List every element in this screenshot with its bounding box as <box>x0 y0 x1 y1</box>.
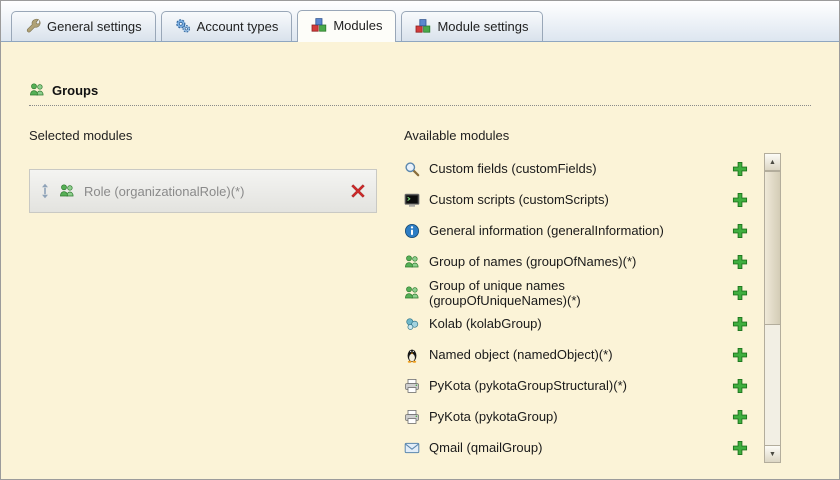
drag-handle-icon[interactable] <box>40 183 50 199</box>
selected-modules-column: Selected modules Role (organizationalRol… <box>29 128 377 463</box>
printer-icon <box>404 409 420 425</box>
selected-module-row: Role (organizationalRole)(*) <box>29 169 377 213</box>
scrollbar[interactable]: ▲ ▼ <box>764 153 781 463</box>
selected-modules-heading: Selected modules <box>29 128 133 143</box>
available-module-label: Kolab (kolabGroup) <box>429 316 542 331</box>
group-icon <box>404 254 420 270</box>
available-module-label: Qmail (qmailGroup) <box>429 440 543 455</box>
tux-icon <box>404 347 420 363</box>
tab-module-settings[interactable]: Module settings <box>401 11 543 41</box>
tab-modules[interactable]: Modules <box>297 10 397 42</box>
lam-config-window: General settings Account types Modules M… <box>0 0 840 480</box>
tab-account-types[interactable]: Account types <box>160 11 293 41</box>
scroll-up-button[interactable]: ▲ <box>765 154 780 171</box>
available-module-row: Custom fields (customFields) <box>404 153 754 184</box>
available-modules-list: Custom fields (customFields) Custom scri… <box>404 153 754 463</box>
available-module-label: General information (generalInformation) <box>429 223 664 238</box>
available-module-row: General information (generalInformation) <box>404 215 754 246</box>
section-heading: Groups <box>29 42 811 98</box>
available-module-row: Qmail (qmailGroup) <box>404 432 754 463</box>
mail-icon <box>404 440 420 456</box>
add-module-button[interactable] <box>732 254 748 270</box>
add-module-button[interactable] <box>732 409 748 425</box>
add-module-button[interactable] <box>732 316 748 332</box>
available-module-row: Kolab (kolabGroup) <box>404 308 754 339</box>
group-icon <box>29 82 45 98</box>
scroll-down-button[interactable]: ▼ <box>765 445 780 462</box>
available-module-row: Group of unique names (groupOfUniqueName… <box>404 277 754 308</box>
available-module-label: Group of unique names (groupOfUniqueName… <box>429 277 581 308</box>
modules-panel: Groups Selected modules Role (organizati… <box>1 42 839 479</box>
available-modules-column: Available modules Custom fields (customF… <box>404 128 811 463</box>
available-modules-wrap: Custom fields (customFields) Custom scri… <box>404 153 781 463</box>
available-module-label: Custom scripts (customScripts) <box>429 192 609 207</box>
available-module-row: Group of names (groupOfNames)(*) <box>404 246 754 277</box>
available-module-row: Named object (namedObject)(*) <box>404 339 754 370</box>
add-module-button[interactable] <box>732 192 748 208</box>
tab-bar: General settings Account types Modules M… <box>1 1 839 42</box>
module-settings-icon <box>415 18 431 34</box>
scroll-thumb[interactable] <box>765 171 780 325</box>
kolab-icon <box>404 316 420 332</box>
gears-icon <box>175 18 191 34</box>
divider <box>29 105 811 106</box>
wrench-icon <box>25 18 41 34</box>
available-module-row: Custom scripts (customScripts) <box>404 184 754 215</box>
tab-label: Modules <box>333 17 383 33</box>
add-module-button[interactable] <box>732 378 748 394</box>
section-title: Groups <box>52 82 99 98</box>
available-module-label: Named object (namedObject)(*) <box>429 347 613 362</box>
available-modules-heading: Available modules <box>404 128 510 143</box>
available-module-row: PyKota (pykotaGroupStructural)(*) <box>404 370 754 401</box>
tab-label: Module settings <box>437 18 529 34</box>
available-module-row: PyKota (pykotaGroup) <box>404 401 754 432</box>
available-module-label: PyKota (pykotaGroupStructural)(*) <box>429 378 627 393</box>
add-module-button[interactable] <box>732 223 748 239</box>
tab-general-settings[interactable]: General settings <box>11 11 156 41</box>
available-module-label: PyKota (pykotaGroup) <box>429 409 558 424</box>
magnifier-icon <box>404 161 420 177</box>
selected-modules-list: Role (organizationalRole)(*) <box>29 169 377 213</box>
available-module-label: Group of names (groupOfNames)(*) <box>429 254 637 269</box>
selected-module-label: Role (organizationalRole)(*) <box>84 183 245 199</box>
add-module-button[interactable] <box>732 161 748 177</box>
add-module-button[interactable] <box>732 285 748 301</box>
available-module-label: Custom fields (customFields) <box>429 161 597 176</box>
terminal-icon <box>404 192 420 208</box>
remove-module-button[interactable] <box>350 183 366 199</box>
tab-label: Account types <box>196 18 279 34</box>
add-module-button[interactable] <box>732 347 748 363</box>
group-icon <box>404 285 420 301</box>
modules-columns: Selected modules Role (organizationalRol… <box>29 128 811 463</box>
group-icon <box>59 183 75 199</box>
info-icon <box>404 223 420 239</box>
printer-icon <box>404 378 420 394</box>
modules-icon <box>311 17 327 33</box>
tab-label: General settings <box>47 18 142 34</box>
add-module-button[interactable] <box>732 440 748 456</box>
